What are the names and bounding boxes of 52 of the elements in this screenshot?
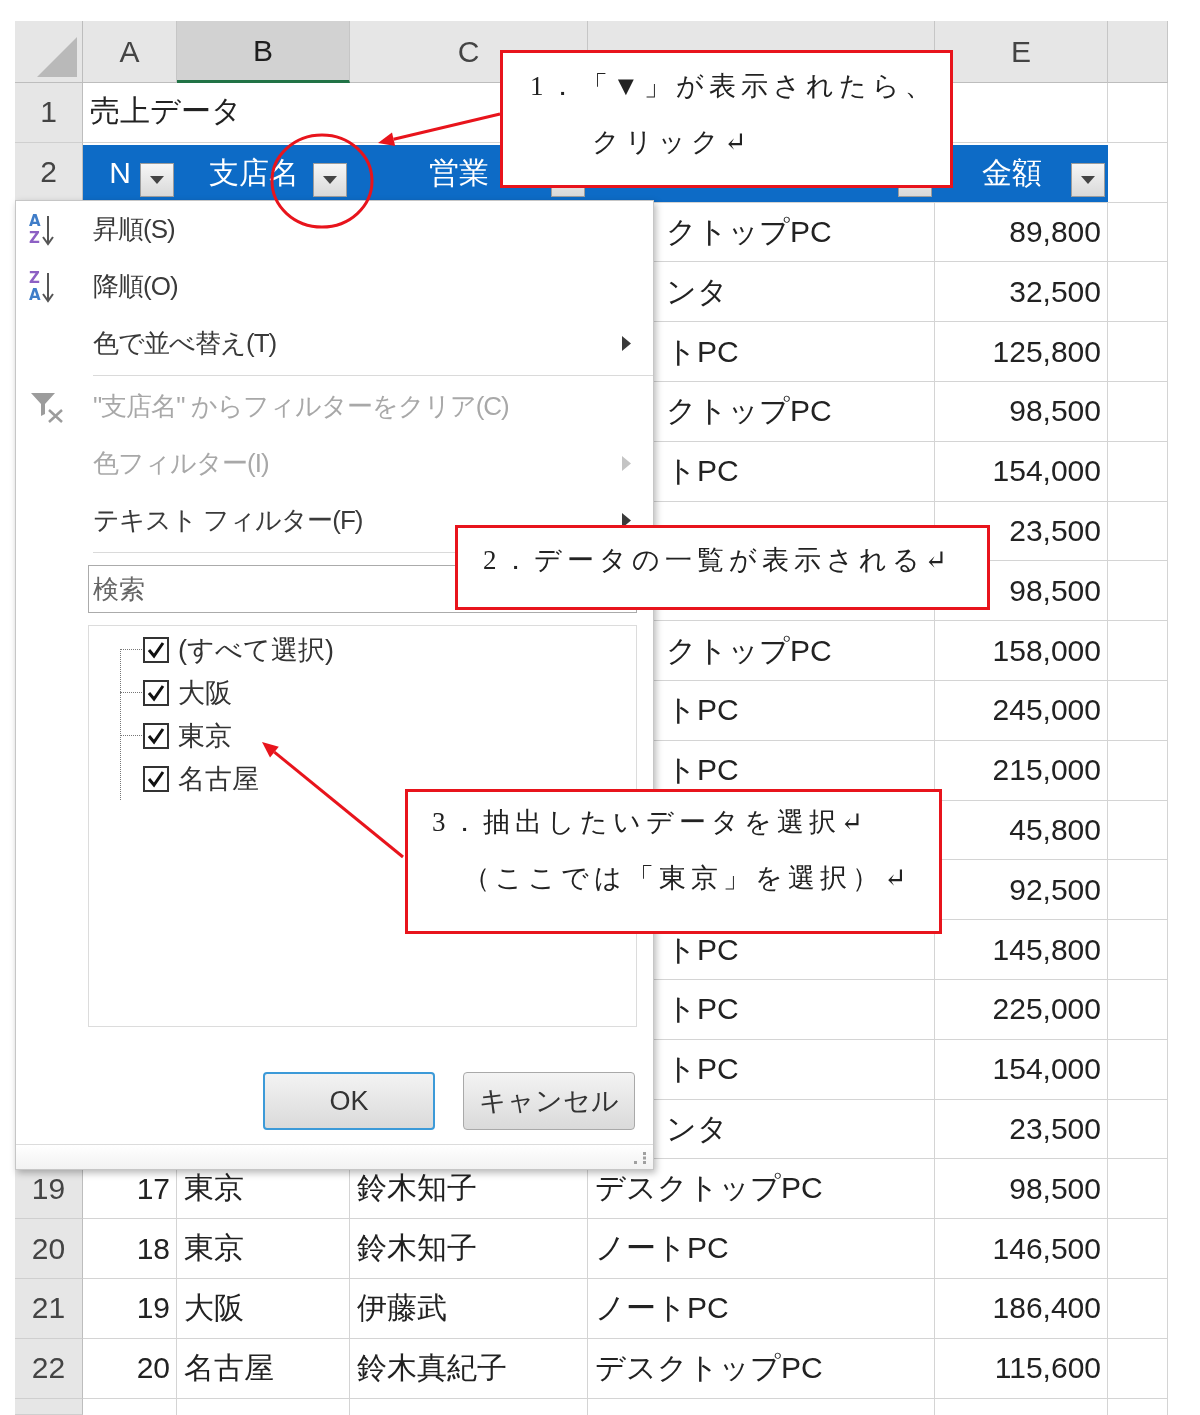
table-cell: クトップPC (666, 217, 832, 247)
table-cell: クトップPC (666, 396, 832, 427)
table-cell-text: 245,000 (991, 692, 1102, 729)
table-cell: クトップPC (666, 635, 832, 666)
table-cell-text: ノートPC (594, 1230, 730, 1267)
table-cell: ンタ (666, 276, 728, 307)
table-cell: トPC (666, 1054, 739, 1085)
table-cell-text: 鈴木知子 (356, 1170, 478, 1207)
table-cell-text: 154,000 (991, 1051, 1102, 1088)
table-cell-text: 98,500 (1008, 1170, 1102, 1207)
table-cell-text: 45,800 (1008, 811, 1102, 848)
table-cell-text: 18 (135, 1230, 171, 1267)
header-label: N (109, 156, 131, 191)
table-cell-text: ノートPC (594, 1289, 730, 1326)
table-cell-text: 98,500 (1008, 393, 1102, 430)
table-cell-text: 23,500 (1008, 512, 1102, 549)
table-cell-text: 17 (135, 1170, 171, 1207)
table-cell-text: 92,500 (1008, 871, 1102, 908)
table-cell-text: 伊藤武 (356, 1289, 448, 1326)
table-cell-text: 東京 (183, 1230, 245, 1267)
table-cell-text: デスクトップPC (594, 1170, 824, 1207)
table-cell-text: 115,600 (993, 1350, 1102, 1387)
table-cell: トPC (666, 934, 739, 965)
table-cell-text: 32,500 (1008, 273, 1102, 310)
table-cell-text: 19 (135, 1290, 171, 1327)
table-cell-text: 89,800 (1008, 214, 1102, 250)
table-cell-text: 20 (135, 1350, 171, 1387)
table-cell-text: 鈴木知子 (356, 1230, 478, 1267)
table-cell-text: デスクトップPC (594, 1349, 824, 1386)
table-cell: ンタ (666, 1113, 728, 1144)
table-cell-text: 23,500 (1008, 1110, 1102, 1147)
table-cell-text: 215,000 (991, 752, 1102, 789)
table-cell: トPC (666, 456, 739, 487)
table-cell-text: 186,400 (991, 1290, 1102, 1327)
table-cell-text: 東京 (183, 1170, 245, 1207)
table-cell-text: 145,800 (991, 931, 1102, 968)
table-cell-text: 鈴木真紀子 (356, 1349, 508, 1386)
table-cell: トPC (666, 755, 739, 786)
table-cell: トPC (666, 994, 739, 1025)
table-cell-text: 154,000 (991, 453, 1102, 490)
table-cell: トPC (666, 336, 739, 367)
callout-text: 3．抽出したいデータを選択↵ （ここでは「東京」を選択）↵ (432, 806, 913, 895)
table-cell-text: 125,800 (991, 333, 1102, 370)
table-cell-text: 名古屋 (183, 1349, 275, 1386)
table-cell-text: 98,500 (1008, 572, 1102, 609)
table-cell: トPC (666, 695, 739, 726)
table-cell-text: 225,000 (991, 991, 1102, 1028)
header-label: 営業 (429, 154, 489, 191)
table-cell-text: 146,500 (991, 1230, 1102, 1267)
table-cell-text: 大阪 (183, 1289, 245, 1326)
table-cell-text: 158,000 (991, 632, 1102, 669)
header-label: 金額 (981, 154, 1042, 191)
